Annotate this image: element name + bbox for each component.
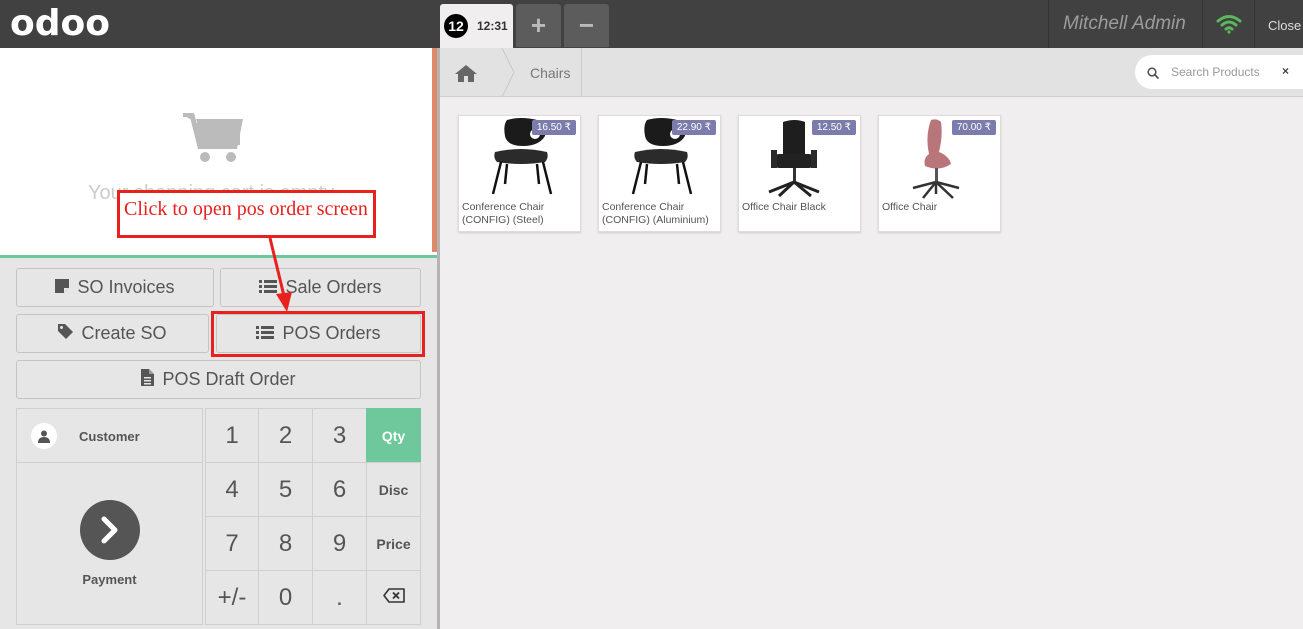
backspace-icon [382, 587, 405, 608]
search-box: × [1135, 55, 1303, 89]
annotation-callout: Click to open pos order screen [117, 190, 376, 238]
numpad-key-1[interactable]: 1 [205, 408, 259, 463]
price-tag: 16.50 ₹ [531, 120, 576, 135]
breadcrumb-bar: Chairs × [440, 47, 1303, 98]
odoo-logo: odoo [10, 3, 110, 44]
product-card[interactable]: 22.90 ₹ Conference Chair (CONFIG) (Alumi… [598, 115, 721, 232]
clear-search-icon[interactable]: × [1282, 64, 1289, 78]
wifi-icon [1216, 14, 1242, 39]
order-number-badge: 12 [444, 14, 468, 38]
list-icon [259, 277, 278, 298]
chevron-right-icon [80, 500, 140, 560]
customer-button[interactable]: Customer [16, 408, 203, 463]
payment-label: Payment [82, 572, 137, 587]
so-invoices-button[interactable]: SO Invoices [16, 268, 214, 307]
order-time: 12:31 [477, 19, 508, 33]
backspace-button[interactable] [366, 570, 421, 625]
so-invoices-label: SO Invoices [77, 277, 175, 297]
search-icon [1147, 66, 1159, 84]
numpad-key-2[interactable]: 2 [258, 408, 313, 463]
sale-orders-label: Sale Orders [285, 277, 382, 297]
numpad-key-dot[interactable]: . [312, 570, 367, 625]
product-card[interactable]: 16.50 ₹ Conference Chair (CONFIG) (Steel… [458, 115, 581, 232]
sticky-note-icon [55, 277, 70, 298]
remove-order-button[interactable]: − [564, 4, 609, 47]
product-name: Conference Chair (CONFIG) (Steel) [462, 201, 545, 226]
price-tag: 12.50 ₹ [811, 120, 856, 135]
numpad-key-8[interactable]: 8 [258, 516, 313, 571]
tag-icon [58, 323, 74, 344]
add-order-button[interactable]: + [516, 4, 561, 47]
price-tag: 70.00 ₹ [951, 120, 996, 135]
numpad-key-7[interactable]: 7 [205, 516, 259, 571]
create-so-button[interactable]: Create SO [16, 314, 209, 353]
product-name: Office Chair [882, 201, 938, 213]
close-button[interactable]: Close [1268, 18, 1301, 33]
shopping-cart-icon [181, 111, 245, 170]
file-icon [141, 368, 155, 391]
mode-price-button[interactable]: Price [366, 516, 421, 571]
home-icon[interactable] [454, 64, 478, 88]
order-tab-active[interactable]: 12 12:31 [440, 4, 513, 48]
breadcrumb-divider [581, 48, 582, 96]
payment-button[interactable]: Payment [16, 462, 203, 625]
pane-divider [437, 48, 440, 629]
sale-orders-button[interactable]: Sale Orders [220, 268, 421, 307]
header-divider [1202, 0, 1203, 48]
product-card[interactable]: 12.50 ₹ Office Chair Black [738, 115, 861, 232]
product-name: Office Chair Black [742, 201, 826, 213]
numpad-key-3[interactable]: 3 [312, 408, 367, 463]
numpad-key-6[interactable]: 6 [312, 462, 367, 517]
user-icon [31, 423, 57, 449]
header-divider [1254, 0, 1255, 48]
pos-draft-order-label: POS Draft Order [162, 369, 296, 389]
header-divider [1048, 0, 1049, 48]
numpad-key-0[interactable]: 0 [258, 570, 313, 625]
breadcrumb-separator [501, 47, 516, 102]
pos-topbar: odoo 12 12:31 + − Mitchell Admin Close [0, 0, 1303, 48]
breadcrumb-category[interactable]: Chairs [530, 65, 570, 81]
username: Mitchell Admin [1063, 13, 1186, 34]
annotation-highlight [211, 311, 425, 357]
product-name: Conference Chair (CONFIG) (Aluminium) [602, 201, 709, 226]
price-tag: 22.90 ₹ [671, 120, 716, 135]
numpad-key-4[interactable]: 4 [205, 462, 259, 517]
create-so-label: Create SO [81, 323, 167, 343]
product-card[interactable]: 70.00 ₹ Office Chair [878, 115, 1001, 232]
mode-qty-button[interactable]: Qty [366, 408, 421, 463]
numpad-key-5[interactable]: 5 [258, 462, 313, 517]
pos-draft-order-button[interactable]: POS Draft Order [16, 360, 421, 399]
numpad-key-9[interactable]: 9 [312, 516, 367, 571]
numpad-key-plus-minus[interactable]: +/- [205, 570, 259, 625]
annotation-text: Click to open pos order screen [124, 198, 368, 220]
search-input[interactable] [1171, 55, 1275, 89]
customer-label: Customer [79, 429, 140, 444]
mode-disc-button[interactable]: Disc [366, 462, 421, 517]
